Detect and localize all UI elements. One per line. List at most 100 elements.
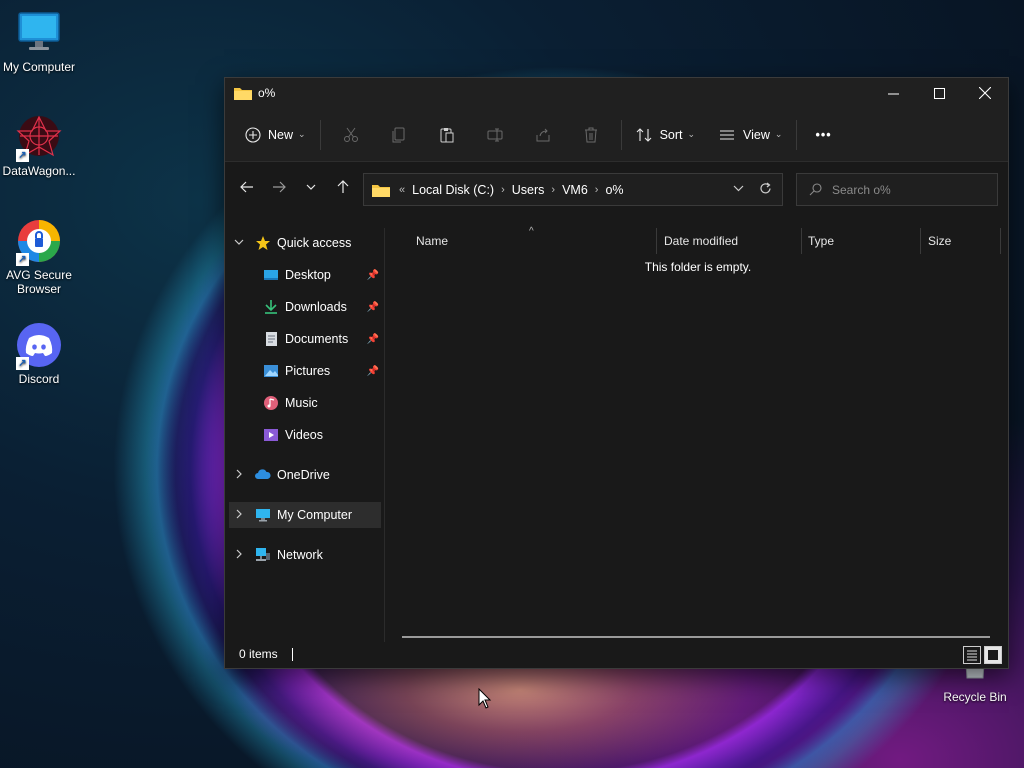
up-button[interactable]	[327, 171, 359, 203]
new-button[interactable]: New ⌄	[237, 119, 314, 151]
large-icons-view-icon	[988, 650, 998, 660]
star-icon	[255, 235, 271, 251]
nav-item-music[interactable]: Music	[263, 390, 379, 416]
nav-label: Documents	[285, 332, 349, 346]
search-placeholder: Search o%	[832, 182, 891, 197]
pin-icon[interactable]: 📌	[367, 302, 379, 313]
cut-button[interactable]	[327, 119, 375, 151]
file-explorer-window: o% New ⌄ Sort ⌄ View ⌄ ••• « Local Disk …	[224, 77, 1009, 669]
copy-button[interactable]	[375, 119, 423, 151]
column-header-name[interactable]: Name	[416, 228, 448, 254]
column-header-size[interactable]: Size	[928, 228, 951, 254]
empty-folder-message: This folder is empty.	[644, 260, 752, 274]
folder-icon	[234, 88, 252, 100]
large-icons-view-button[interactable]	[984, 646, 1002, 664]
column-divider[interactable]	[1000, 228, 1001, 254]
pin-icon[interactable]: 📌	[367, 270, 379, 281]
nav-quick-access[interactable]: Quick access	[233, 230, 383, 256]
details-view-button[interactable]	[963, 646, 981, 664]
nav-item-desktop[interactable]: Desktop 📌	[263, 262, 379, 288]
file-list[interactable]: ^ Name Date modified Type Size This fold…	[386, 226, 1008, 642]
shortcut-arrow-icon: ↗	[16, 253, 29, 266]
breadcrumb-separator-icon: ›	[594, 183, 599, 196]
minimize-icon	[887, 93, 899, 94]
recent-locations-button[interactable]	[295, 171, 327, 203]
arrow-left-icon	[240, 181, 253, 193]
nav-label: Network	[277, 548, 323, 562]
nav-my-computer[interactable]: My Computer	[229, 502, 381, 528]
nav-network[interactable]: Network	[233, 542, 383, 568]
horizontal-scrollbar[interactable]	[402, 636, 990, 638]
refresh-icon	[760, 182, 771, 193]
desktop-icon-my-computer[interactable]: My Computer	[0, 10, 78, 74]
maximize-icon	[933, 87, 945, 99]
clipboard-icon	[440, 127, 454, 142]
avg-browser-icon: ↗	[16, 218, 62, 266]
scissors-icon	[343, 127, 358, 142]
address-dropdown-button[interactable]	[733, 183, 744, 197]
monitor-icon	[16, 10, 62, 56]
nav-item-downloads[interactable]: Downloads 📌	[263, 294, 379, 320]
sort-button[interactable]: Sort ⌄	[628, 119, 703, 151]
desktop-icon-discord[interactable]: ↗ Discord	[0, 322, 78, 386]
share-button[interactable]	[519, 119, 567, 151]
status-bar: 0 items	[225, 640, 1008, 668]
breadcrumb-users[interactable]: Users	[512, 183, 545, 197]
nav-label: OneDrive	[277, 468, 330, 482]
new-label: New	[268, 127, 294, 142]
trash-icon	[584, 127, 597, 142]
column-header-date-modified[interactable]: Date modified	[664, 228, 738, 254]
close-button[interactable]	[962, 78, 1008, 108]
title-bar[interactable]: o%	[225, 78, 1008, 108]
navigation-pane: Quick access Desktop 📌 Downloads 📌 Docum…	[225, 228, 385, 642]
desktop-icon-datawagon[interactable]: ↗ DataWagon...	[0, 114, 78, 178]
computer-icon	[255, 507, 271, 523]
toolbar-divider	[796, 119, 798, 150]
nav-onedrive[interactable]: OneDrive	[233, 462, 383, 488]
breadcrumb-current-folder[interactable]: o%	[605, 183, 623, 197]
details-view-icon	[967, 650, 977, 661]
column-divider[interactable]	[656, 228, 657, 254]
rename-button[interactable]	[471, 119, 519, 151]
breadcrumb-local-disk[interactable]: Local Disk (C:)	[412, 183, 494, 197]
forward-button[interactable]	[263, 171, 295, 203]
delete-button[interactable]	[567, 119, 615, 151]
document-icon	[263, 331, 279, 347]
chevron-right-icon	[233, 509, 245, 521]
column-divider[interactable]	[801, 228, 802, 254]
nav-label: My Computer	[277, 508, 353, 522]
nav-item-documents[interactable]: Documents 📌	[263, 326, 379, 352]
maximize-button[interactable]	[916, 78, 962, 108]
view-label: View	[743, 127, 770, 142]
minimize-button[interactable]	[870, 78, 916, 108]
copy-icon	[392, 127, 405, 142]
paste-button[interactable]	[423, 119, 471, 151]
folder-icon	[372, 184, 390, 197]
view-button[interactable]: View ⌄	[711, 119, 790, 151]
nav-label: Quick access	[277, 236, 352, 250]
breadcrumb-overflow[interactable]: «	[399, 184, 405, 196]
chevron-right-icon	[233, 549, 245, 561]
more-options-button[interactable]: •••	[803, 119, 843, 151]
column-header-type[interactable]: Type	[808, 228, 834, 254]
breadcrumb-separator-icon: ›	[501, 183, 505, 196]
desktop-icon-label: Discord	[18, 372, 60, 386]
desktop-icon-label: DataWagon...	[2, 164, 76, 178]
breadcrumb-separator-icon: ›	[551, 183, 556, 196]
nav-label: Videos	[285, 428, 323, 442]
refresh-button[interactable]	[759, 182, 772, 198]
pin-icon[interactable]: 📌	[367, 366, 379, 377]
desktop-icon-avg-browser[interactable]: ↗ AVG Secure Browser	[0, 218, 78, 296]
back-button[interactable]	[231, 171, 263, 203]
breadcrumb-vm6[interactable]: VM6	[562, 183, 588, 197]
nav-item-videos[interactable]: Videos	[263, 422, 379, 448]
chevron-down-icon	[233, 237, 245, 249]
toolbar-divider	[620, 119, 622, 150]
nav-item-pictures[interactable]: Pictures 📌	[263, 358, 379, 384]
column-divider[interactable]	[920, 228, 921, 254]
pin-icon[interactable]: 📌	[367, 334, 379, 345]
address-bar[interactable]: « Local Disk (C:) › Users › VM6 › o%	[363, 173, 783, 206]
window-title: o%	[258, 86, 276, 100]
search-input[interactable]: Search o%	[796, 173, 998, 206]
datawagon-logo-icon: ↗	[16, 114, 62, 162]
